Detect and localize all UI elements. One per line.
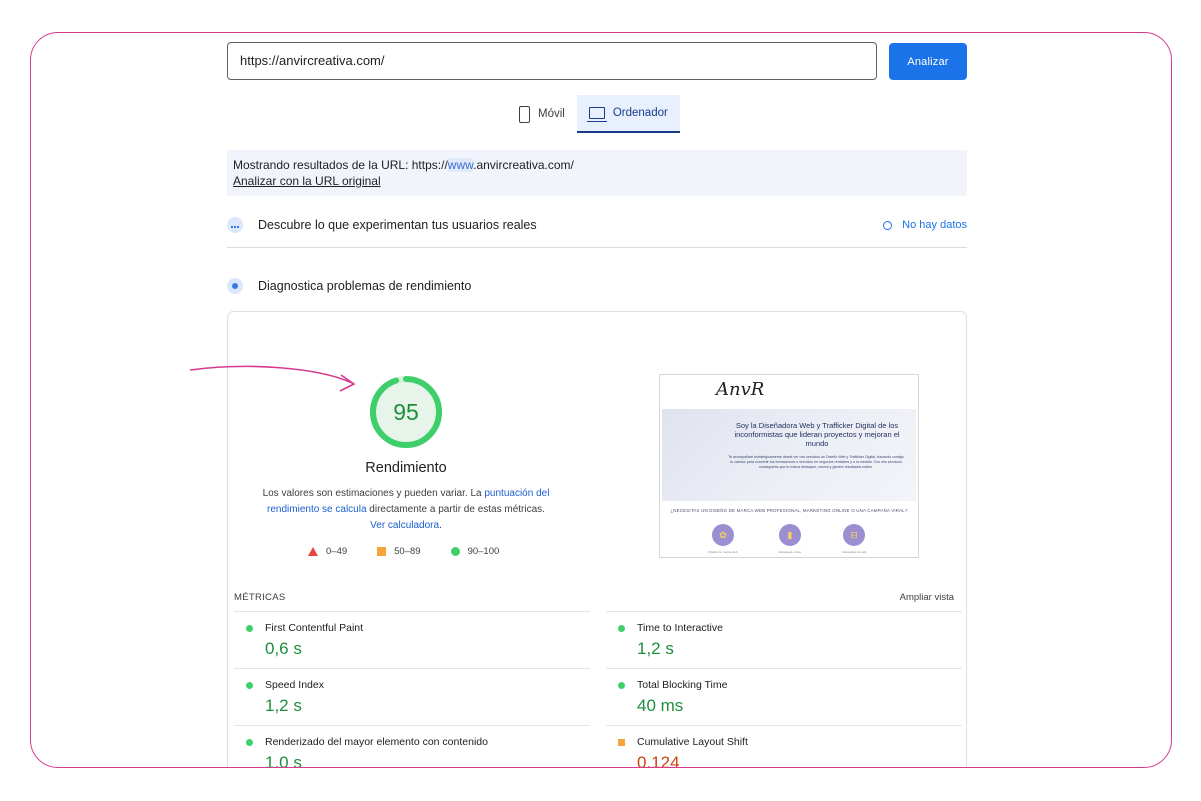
square-icon	[618, 739, 625, 746]
diagnose-title: Diagnostica problemas de rendimiento	[258, 279, 472, 293]
legend-poor: 0–49	[308, 546, 347, 557]
performance-score: 95	[393, 398, 419, 425]
metric-item: First Contentful Paint 0,6 s	[234, 611, 590, 668]
site-hero-title: Soy la Diseñadora Web y Trafficker Digit…	[734, 421, 900, 448]
no-data-label: No hay datos	[902, 219, 967, 231]
url-input[interactable]: https://anvircreativa.com/	[227, 42, 877, 80]
phone-icon	[519, 105, 530, 123]
notice-prefix: Mostrando resultados de la URL: https://	[233, 158, 448, 172]
triangle-icon	[308, 547, 318, 556]
metric-item: Speed Index 1,2 s	[234, 668, 590, 725]
tab-desktop[interactable]: Ordenador	[576, 95, 680, 133]
metric-value: 1,2 s	[637, 639, 674, 658]
metric-value: 0,6 s	[265, 639, 302, 658]
pagespeed-report: https://anvircreativa.com/ Analizar Móvi…	[227, 33, 969, 768]
book-icon: ▮	[779, 524, 801, 546]
field-data-section[interactable]: Descubre lo que experimentan tus usuario…	[227, 206, 967, 244]
metric-name: Renderizado del mayor elemento con conte…	[265, 736, 488, 748]
legend-poor-label: 0–49	[326, 546, 348, 557]
no-data-status: No hay datos	[883, 219, 967, 231]
metric-name: First Contentful Paint	[265, 622, 364, 634]
metric-name: Time to Interactive	[637, 622, 723, 634]
desc-text-1: Los valores son estimaciones y pueden va…	[262, 488, 485, 499]
performance-description: Los valores son estimaciones y pueden va…	[260, 486, 552, 534]
metric-item: Total Blocking Time 40 ms	[606, 668, 962, 725]
circle-icon	[246, 625, 253, 632]
site-caption: Estrategia online	[778, 550, 802, 554]
performance-card: 95 Rendimiento Los valores son estimacio…	[227, 311, 967, 768]
legend-good-label: 90–100	[467, 546, 500, 557]
site-caption: Diseño de marca web	[708, 550, 738, 554]
page-screenshot-thumbnail: AnvR Soy la Diseñadora Web y Trafficker …	[659, 374, 919, 558]
diagnose-icon	[227, 278, 243, 294]
circle-icon	[618, 625, 625, 632]
calculator-link[interactable]: Ver calculadora	[370, 520, 439, 531]
legend-average-label: 50–89	[394, 546, 421, 557]
site-caption: Campañas de ads	[841, 550, 867, 554]
legend-average: 50–89	[377, 546, 421, 557]
metrics-heading: MÉTRICAS	[234, 592, 286, 603]
site-question: ¿NECESITAS UN DISEÑO DE MARCA WEB PROFES…	[670, 508, 908, 513]
laptop-icon	[586, 107, 607, 122]
metric-name: Cumulative Layout Shift	[637, 736, 748, 748]
divider	[227, 247, 967, 248]
circle-icon	[450, 547, 460, 556]
metric-name: Total Blocking Time	[637, 679, 728, 691]
site-logo: AnvR	[716, 379, 765, 400]
url-notice: Mostrando resultados de la URL: https://…	[227, 150, 967, 196]
desc-text-3: .	[439, 520, 442, 531]
performance-label: Rendimiento	[365, 460, 447, 476]
site-hero: Soy la Diseñadora Web y Trafficker Digit…	[662, 409, 916, 501]
ring-icon	[883, 220, 893, 230]
cart-icon: ⊟	[843, 524, 865, 546]
field-data-title: Descubre lo que experimentan tus usuario…	[258, 218, 537, 232]
analyze-button[interactable]: Analizar	[889, 43, 967, 80]
tab-mobile-label: Móvil	[538, 108, 565, 120]
score-legend: 0–49 50–89 90–100	[308, 546, 528, 557]
notice-highlight: www	[447, 158, 474, 172]
analyze-original-url-link[interactable]: Analizar con la URL original	[233, 173, 961, 189]
users-icon	[227, 217, 243, 233]
site-hero-body: Te acompañaré estratégicamente desde ver…	[728, 455, 904, 469]
device-tabs: Móvil Ordenador	[507, 95, 680, 133]
metric-item: Time to Interactive 1,2 s	[606, 611, 962, 668]
desc-text-2: directamente a partir de estas métricas.	[366, 504, 545, 515]
metric-value: 0,124	[637, 753, 680, 768]
legend-good: 90–100	[450, 546, 500, 557]
tab-desktop-label: Ordenador	[612, 107, 668, 119]
url-notice-text: Mostrando resultados de la URL: https://…	[233, 157, 961, 173]
notice-suffix: .anvircreativa.com/	[473, 158, 574, 172]
palette-icon: ✿	[712, 524, 734, 546]
square-icon	[377, 547, 387, 556]
circle-icon	[618, 682, 625, 689]
screenshot-frame: https://anvircreativa.com/ Analizar Móvi…	[30, 32, 1172, 768]
diagnose-section: Diagnostica problemas de rendimiento	[227, 267, 967, 305]
metric-item: Renderizado del mayor elemento con conte…	[234, 725, 590, 768]
metric-name: Speed Index	[265, 679, 324, 691]
metric-value: 1,2 s	[265, 696, 302, 715]
metric-value: 1,0 s	[265, 753, 302, 768]
expand-view-toggle[interactable]: Ampliar vista	[900, 592, 954, 603]
metric-value: 40 ms	[637, 696, 684, 715]
tab-mobile[interactable]: Móvil	[507, 95, 577, 133]
circle-icon	[246, 682, 253, 689]
metric-item: Cumulative Layout Shift 0,124	[606, 725, 962, 768]
circle-icon	[246, 739, 253, 746]
